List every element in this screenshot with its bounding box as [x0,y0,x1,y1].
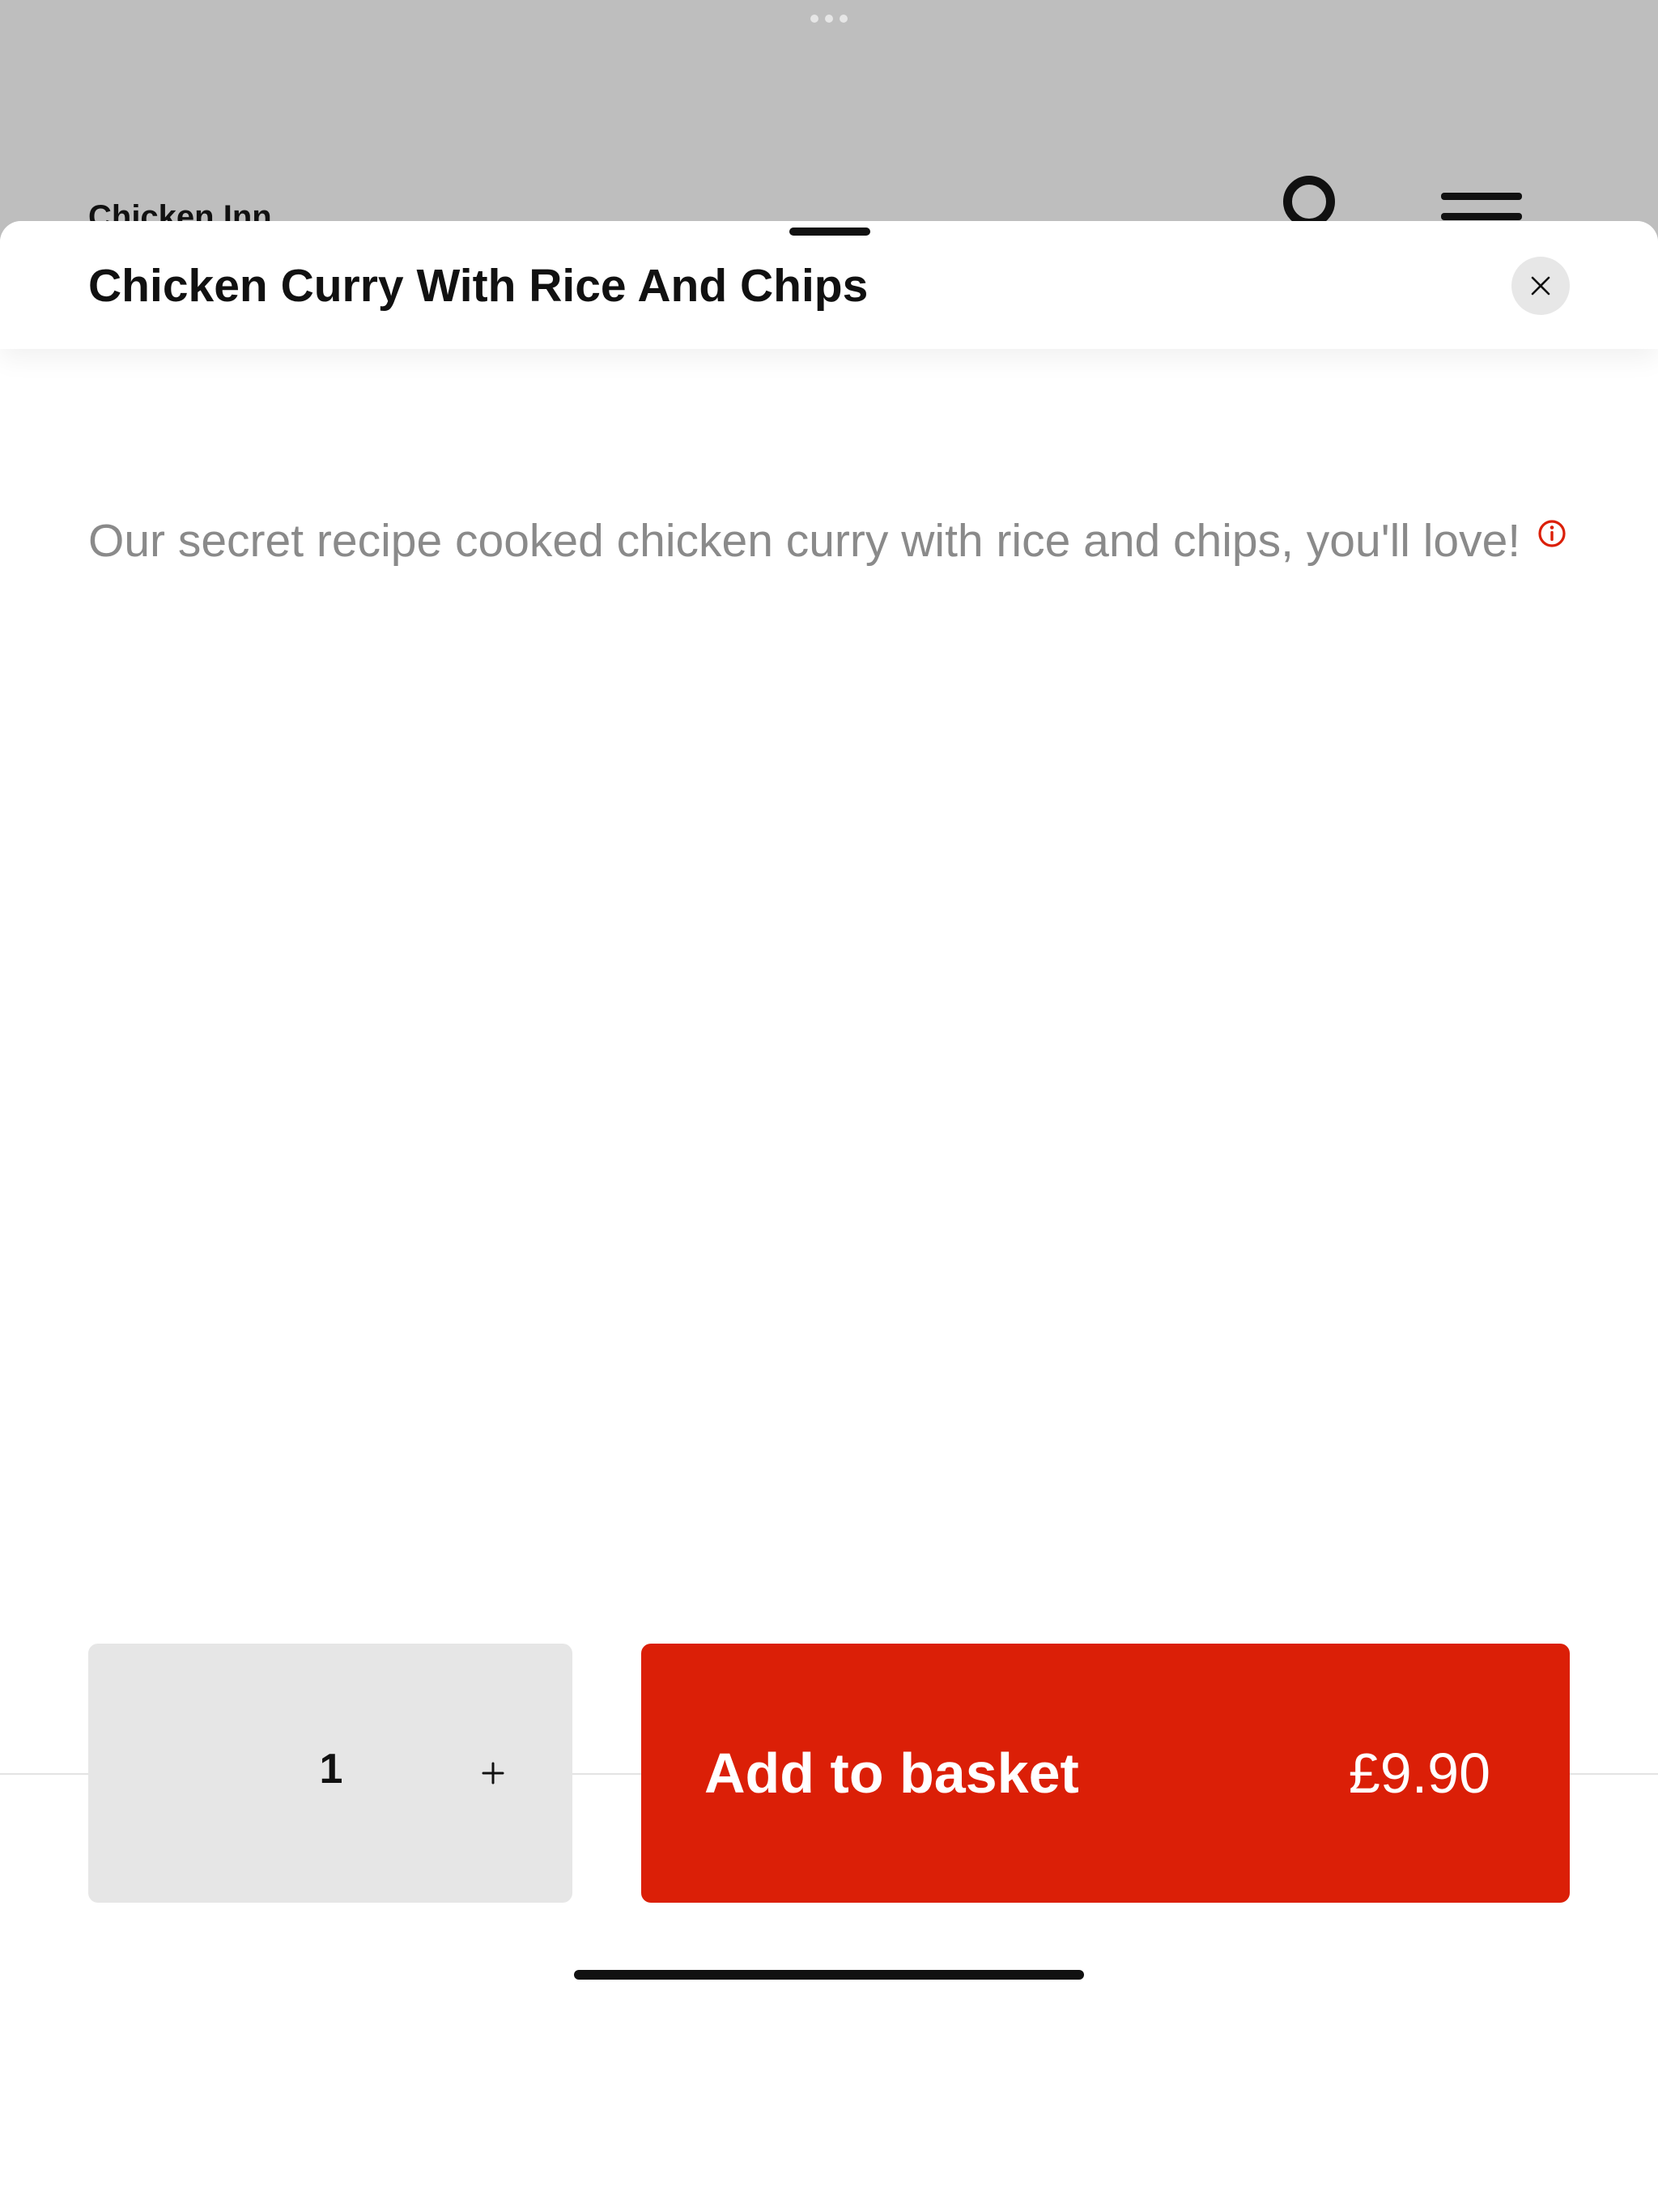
sheet-header: Chicken Curry With Rice And Chips [0,221,1658,349]
item-price: £9.90 [1348,1742,1490,1805]
quantity-value: 1 [319,1746,343,1793]
close-button[interactable] [1511,257,1570,315]
home-indicator[interactable] [574,1970,1084,1980]
plus-icon [482,1762,504,1784]
item-detail-sheet: Chicken Curry With Rice And Chips Our se… [0,221,1658,2212]
screen: Chicken Inn Chicken Curry With Rice And … [0,0,1658,2212]
increment-quantity-button[interactable] [461,1741,525,1806]
add-to-basket-label: Add to basket [704,1742,1079,1805]
add-to-basket-button[interactable]: Add to basket £9.90 [641,1644,1570,1903]
info-icon[interactable] [1537,518,1567,549]
item-description: Our secret recipe cooked chicken curry w… [88,515,1521,567]
close-icon [1531,276,1550,296]
multitasking-dots-icon[interactable] [810,15,848,23]
sheet-grabber-handle[interactable] [789,228,870,236]
quantity-stepper: 1 [88,1644,572,1903]
item-title: Chicken Curry With Rice And Chips [88,260,869,312]
account-icon[interactable] [1283,176,1335,228]
